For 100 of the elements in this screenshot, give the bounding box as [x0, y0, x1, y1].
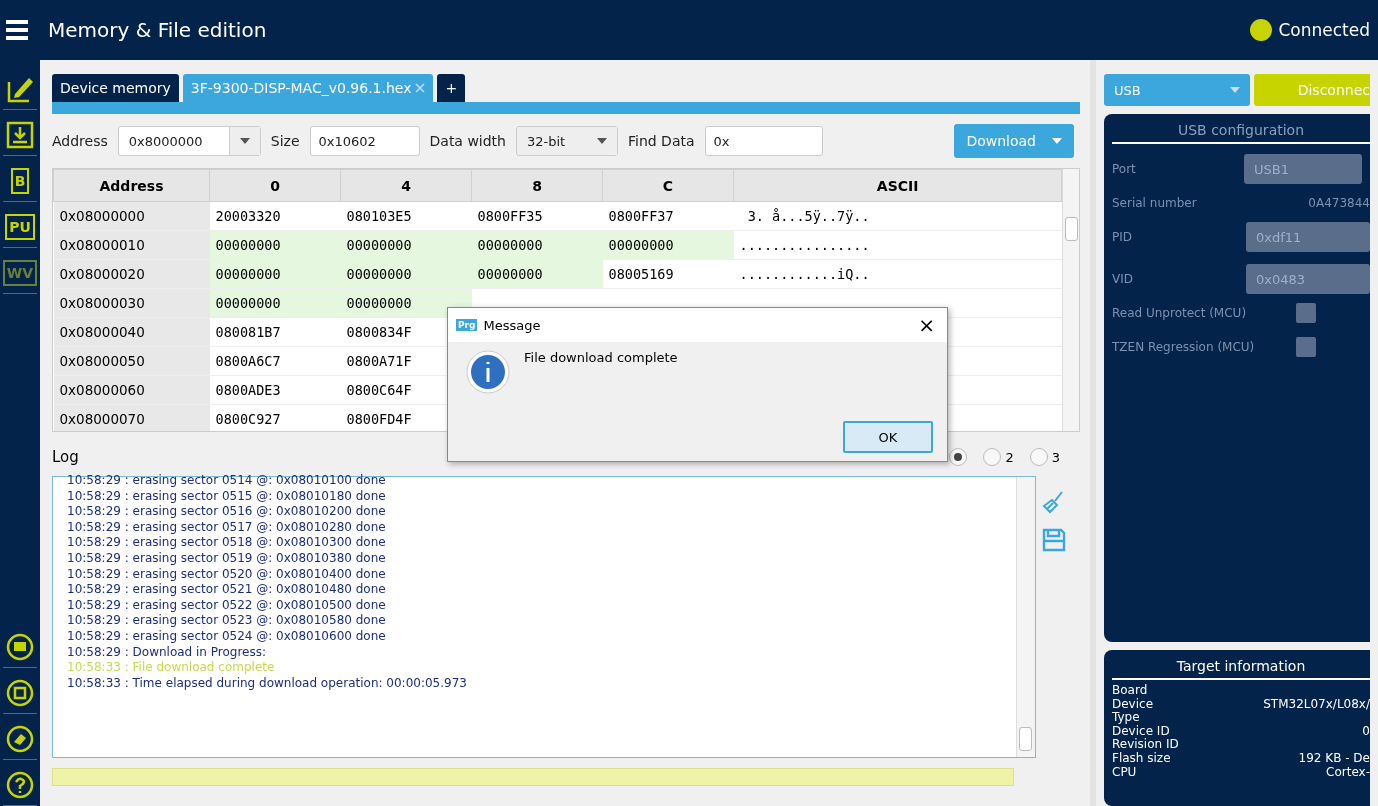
- close-button[interactable]: ×: [914, 313, 939, 337]
- log-line: 10:58:29 : Download in Progress:: [67, 644, 268, 661]
- ok-button[interactable]: OK: [843, 421, 933, 453]
- data-width-label: Data width: [429, 133, 506, 149]
- size-label: Size: [270, 133, 300, 149]
- column-header: ASCII: [733, 169, 1062, 202]
- hex-cell: 0800C927: [209, 404, 341, 431]
- log-line: 10:58:33 : File download complete: [67, 660, 276, 676]
- sidebar-label-icon: B: [10, 167, 30, 194]
- log-line: 10:58:29 : erasing sector 0518 @: 0x08010300 done: [67, 535, 387, 551]
- hex-cell: 00000000: [209, 288, 341, 318]
- hex-cell: 0800ADE3: [209, 375, 341, 405]
- ascii-cell: 3. å...5ÿ..7ÿ..: [733, 201, 1062, 231]
- vid-label: VID: [1112, 272, 1133, 286]
- info-value: Cortex-: [1326, 765, 1370, 780]
- sidebar-label-icon: WV: [2, 259, 38, 286]
- log-line: 10:58:29 : erasing sector 0514 @: 0x08010100 done: [67, 473, 387, 489]
- sidebar-label-icon: PU: [5, 213, 35, 240]
- info-value: STM32L07x/L08x/: [1263, 697, 1370, 712]
- ascii-cell: ................: [733, 230, 1062, 260]
- column-header: C: [602, 169, 734, 202]
- hex-cell: 0800A6C7: [209, 346, 341, 376]
- info-icon: [466, 350, 510, 394]
- info-label: Type: [1112, 711, 1140, 725]
- eraser-icon: [5, 723, 35, 754]
- address-cell: 0x08000030: [53, 288, 210, 318]
- hex-cell: 00000000: [471, 230, 603, 260]
- hex-cell: 080103E5: [340, 201, 472, 231]
- dropdown-caret-icon: [239, 138, 250, 144]
- panel-title: USB configuration: [1112, 122, 1370, 144]
- info-value: 0: [1362, 724, 1370, 739]
- pid-label: PID: [1112, 230, 1132, 244]
- address-cell: 0x08000070: [53, 404, 210, 431]
- info-label: Revision ID: [1112, 738, 1179, 752]
- address-cell: 0x08000060: [53, 375, 210, 405]
- find-data-label: Find Data: [628, 133, 695, 149]
- hex-cell: 0800FF35: [471, 201, 603, 231]
- info-label: Device ID: [1112, 724, 1170, 738]
- hex-cell: 20003320: [209, 201, 341, 231]
- dialog-title: Message: [483, 317, 541, 333]
- log-line: 10:58:29 : erasing sector 0519 @: 0x08010380 done: [67, 550, 387, 567]
- info-label: Board: [1112, 684, 1148, 698]
- dropdown-caret-icon: [1052, 138, 1062, 144]
- help-icon: [5, 769, 35, 800]
- find-data-field[interactable]: 0x: [704, 126, 823, 156]
- info-label: Flash size: [1112, 751, 1171, 766]
- log-line: 10:58:29 : erasing sector 0523 @: 0x08010580 done: [67, 613, 387, 629]
- close-icon[interactable]: [415, 83, 426, 93]
- log-line: 10:58:29 : erasing sector 0520 @: 0x08010400 done: [67, 566, 387, 583]
- data-width-dropdown[interactable]: 32-bit: [516, 126, 618, 156]
- column-header: Address: [53, 169, 210, 202]
- address-cell: 0x08000040: [53, 317, 210, 347]
- scrollbar[interactable]: [1062, 169, 1079, 431]
- log-line: 10:58:29 : erasing sector 0517 @: 0x08010280 done: [67, 519, 387, 536]
- option-label: TZEN Regression (MCU): [1112, 340, 1255, 354]
- panel-title: Target information: [1112, 658, 1370, 680]
- scrollbar[interactable]: [1016, 477, 1035, 757]
- hex-cell: 00000000: [602, 230, 734, 260]
- verbosity-radio[interactable]: [949, 448, 968, 466]
- chip-icon: [5, 677, 35, 708]
- hex-cell: 00000000: [471, 259, 603, 289]
- tab[interactable]: Device memory: [52, 74, 179, 102]
- checkbox[interactable]: [1296, 337, 1316, 357]
- page-title: Memory & File edition: [48, 18, 268, 42]
- column-header: 8: [471, 169, 603, 202]
- column-header: 4: [340, 169, 472, 202]
- address-label: Address: [52, 133, 108, 149]
- serial-number-label: Serial number: [1112, 196, 1197, 210]
- info-label: CPU: [1112, 765, 1137, 780]
- serial-number-value: 0A473844: [1308, 196, 1370, 210]
- log-line: 10:58:29 : erasing sector 0521 @: 0x08010480 done: [67, 582, 387, 598]
- address-cell: 0x08000000: [53, 201, 210, 231]
- info-value: 192 KB - De: [1298, 751, 1370, 766]
- download-icon: [6, 120, 34, 149]
- log-line: 10:58:33 : Time elapsed during download operation: 00:00:05.973: [67, 675, 468, 692]
- save-icon[interactable]: [1042, 528, 1066, 552]
- hex-cell: 00000000: [209, 259, 341, 289]
- checkbox[interactable]: [1296, 303, 1316, 323]
- connection-status: Connected: [1278, 20, 1370, 40]
- hex-cell: 00000000: [340, 259, 472, 289]
- option-label: Read Unprotect (MCU): [1112, 306, 1247, 320]
- log-line: 10:58:29 : erasing sector 0515 @: 0x08010180 done: [67, 488, 387, 505]
- log-line: 10:58:29 : erasing sector 0522 @: 0x08010500 done: [67, 597, 387, 614]
- address-cell: 0x08000010: [53, 230, 210, 260]
- hex-cell: 0800FF37: [602, 201, 734, 231]
- broom-icon[interactable]: [1042, 490, 1066, 514]
- column-header: 0: [209, 169, 341, 202]
- hex-cell: 08005169: [602, 259, 734, 289]
- hex-cell: 00000000: [209, 230, 341, 260]
- hex-cell: 080081B7: [209, 317, 341, 347]
- hex-cell: 00000000: [340, 230, 472, 260]
- address-cell: 0x08000050: [53, 346, 210, 376]
- log-line: 10:58:29 : erasing sector 0524 @: 0x08010600 done: [67, 628, 387, 645]
- log-title: Log: [52, 448, 79, 466]
- size-field[interactable]: 0x10602: [309, 126, 420, 156]
- tab[interactable]: +: [437, 74, 466, 102]
- address-field[interactable]: 0x8000000: [117, 126, 261, 156]
- dialog-message: File download complete: [524, 350, 678, 367]
- info-label: Device: [1112, 697, 1154, 712]
- ascii-cell: ............iQ..: [733, 259, 1062, 289]
